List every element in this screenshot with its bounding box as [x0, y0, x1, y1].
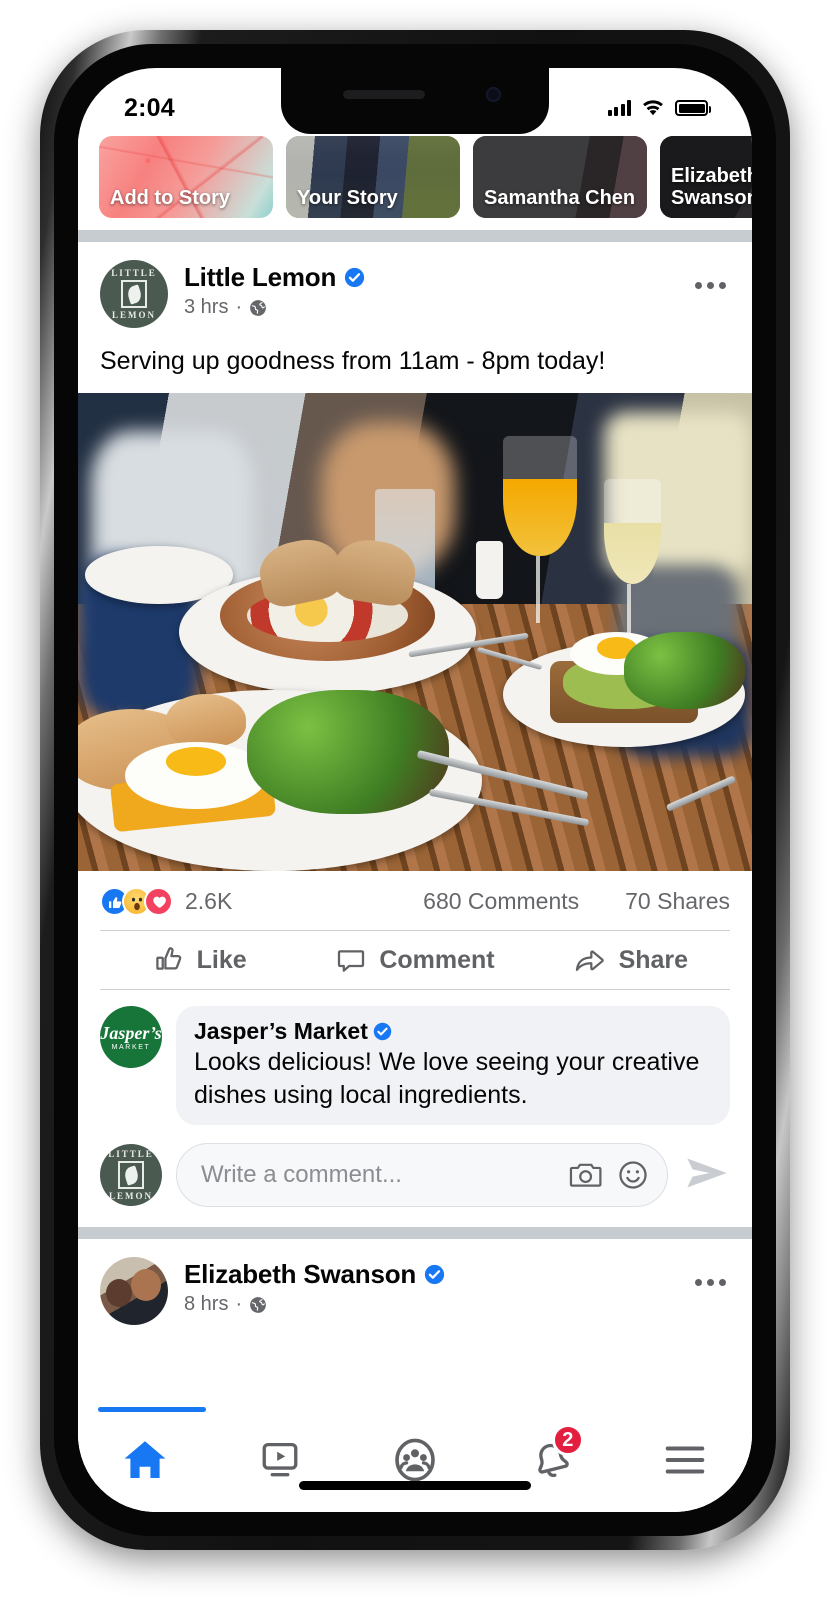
post-actions: Like Comment Share	[78, 931, 752, 989]
avatar[interactable]: LITTLE LEMON	[100, 260, 168, 328]
nav-active-indicator	[98, 1407, 206, 1412]
avatar[interactable]: Jasper’s MARKET	[100, 1006, 162, 1068]
lemon-icon	[118, 1161, 144, 1189]
camera-icon[interactable]	[569, 1160, 603, 1190]
screenshot-stage: 2:04 Add to Story Your Story	[0, 0, 829, 1600]
story-your-story[interactable]: Your Story	[286, 136, 460, 218]
post-text: Serving up goodness from 11am - 8pm toda…	[78, 328, 752, 393]
avatar-text-top: LITTLE	[111, 268, 157, 278]
comment-author-row: Jasper’s Market	[194, 1018, 712, 1045]
home-indicator[interactable]	[299, 1481, 531, 1490]
notification-badge: 2	[552, 1424, 584, 1456]
story-label: Samantha Chen	[484, 187, 639, 209]
post-timestamp: 8 hrs	[184, 1293, 228, 1316]
comment-button[interactable]: Comment	[307, 944, 522, 976]
comment-input[interactable]: Write a comment...	[176, 1143, 668, 1207]
avatar[interactable]: LITTLE LEMON	[100, 1144, 162, 1206]
emoji-smiley-icon[interactable]	[617, 1159, 649, 1191]
avatar[interactable]	[100, 1257, 168, 1325]
reaction-count[interactable]: 2.6K	[185, 888, 232, 915]
post-elizabeth-swanson: Elizabeth Swanson 8 hrs ·	[78, 1239, 752, 1325]
avatar-text-bottom: LEMON	[109, 1191, 153, 1201]
earpiece-speaker	[343, 90, 425, 99]
share-button[interactable]: Share	[523, 944, 738, 976]
story-label: Your Story	[297, 187, 452, 209]
hamburger-menu-icon	[662, 1442, 708, 1478]
post-meta-row: 3 hrs ·	[184, 296, 695, 319]
verified-badge-icon	[373, 1022, 392, 1041]
post-photo[interactable]	[78, 393, 752, 871]
avatar-text-bottom: LEMON	[112, 310, 156, 320]
post-timestamp: 3 hrs	[184, 296, 228, 319]
notch	[281, 68, 549, 134]
meta-separator: ·	[235, 1293, 242, 1316]
avatar-text-bottom: MARKET	[112, 1044, 151, 1051]
more-options-icon[interactable]	[695, 260, 730, 289]
comment-bubble[interactable]: Jasper’s Market Looks delicious! We love…	[176, 1006, 730, 1125]
reactions-group[interactable]	[100, 887, 173, 916]
send-icon[interactable]	[684, 1153, 730, 1198]
post-author-name[interactable]: Elizabeth Swanson	[184, 1259, 416, 1290]
nav-watch[interactable]	[213, 1408, 348, 1512]
author-row: Elizabeth Swanson	[184, 1259, 695, 1290]
story-samantha-chen[interactable]: Samantha Chen	[473, 136, 647, 218]
comment-composer: LITTLE LEMON Write a comment...	[78, 1125, 752, 1227]
like-button-label: Like	[197, 946, 247, 975]
post-header-text: Elizabeth Swanson 8 hrs ·	[184, 1257, 695, 1316]
news-feed: Add to Story Your Story Samantha Chen El…	[78, 134, 752, 1512]
post-meta-row: 8 hrs ·	[184, 1293, 695, 1316]
comment-input-placeholder: Write a comment...	[201, 1161, 555, 1189]
groups-icon	[392, 1438, 438, 1482]
story-label: Add to Story	[110, 187, 265, 209]
status-indicators	[608, 99, 709, 117]
comment: Jasper’s MARKET Jasper’s Market Looks de…	[78, 990, 752, 1125]
phone-screen: 2:04 Add to Story Your Story	[78, 68, 752, 1512]
watch-video-icon	[258, 1439, 302, 1481]
story-add-to-story[interactable]: Add to Story	[99, 136, 273, 218]
more-options-icon[interactable]	[695, 1257, 730, 1286]
comment-author-name[interactable]: Jasper’s Market	[194, 1018, 368, 1045]
verified-badge-icon	[344, 267, 365, 288]
meta-separator: ·	[235, 296, 242, 319]
lemon-icon	[121, 280, 147, 308]
post-author-name[interactable]: Little Lemon	[184, 262, 336, 293]
bottom-navigation: 2	[78, 1408, 752, 1512]
avatar-text-top: LITTLE	[108, 1149, 154, 1159]
share-arrow-icon	[573, 944, 607, 976]
avatar-text-top: Jasper’s	[100, 1024, 161, 1042]
nav-groups[interactable]	[348, 1408, 483, 1512]
feed-separator	[78, 1227, 752, 1239]
like-button[interactable]: Like	[92, 944, 307, 976]
front-camera-icon	[486, 87, 501, 102]
thumbs-up-icon	[153, 944, 185, 976]
story-elizabeth-swanson[interactable]: Elizabeth Swanson	[660, 136, 752, 218]
post-header: LITTLE LEMON Little Lemon	[78, 242, 752, 328]
nav-home[interactable]	[78, 1408, 213, 1512]
engagement-bar: 2.6K 680 Comments 70 Shares	[78, 871, 752, 930]
battery-full-icon	[675, 100, 708, 116]
comment-count[interactable]: 680 Comments	[423, 888, 579, 915]
share-button-label: Share	[619, 946, 688, 975]
globe-icon	[249, 1296, 267, 1314]
cellular-bars-icon	[608, 100, 632, 116]
share-count[interactable]: 70 Shares	[625, 888, 730, 915]
post-header-text: Little Lemon 3 hrs ·	[184, 260, 695, 319]
story-label: Elizabeth Swanson	[671, 165, 752, 209]
post-header: Elizabeth Swanson 8 hrs ·	[78, 1239, 752, 1325]
stories-row[interactable]: Add to Story Your Story Samantha Chen El…	[78, 134, 752, 230]
post-little-lemon: LITTLE LEMON Little Lemon	[78, 242, 752, 1227]
status-time: 2:04	[124, 94, 175, 123]
nav-notifications[interactable]: 2	[482, 1408, 617, 1512]
comment-button-label: Comment	[379, 946, 494, 975]
globe-icon	[249, 299, 267, 317]
nav-menu[interactable]	[617, 1408, 752, 1512]
comment-bubble-icon	[335, 944, 367, 976]
verified-badge-icon	[424, 1264, 445, 1285]
wifi-icon	[641, 99, 665, 117]
author-row: Little Lemon	[184, 262, 695, 293]
feed-separator	[78, 230, 752, 242]
reaction-love-icon	[144, 887, 173, 916]
comment-text: Looks delicious! We love seeing your cre…	[194, 1046, 712, 1111]
home-icon	[121, 1438, 169, 1482]
